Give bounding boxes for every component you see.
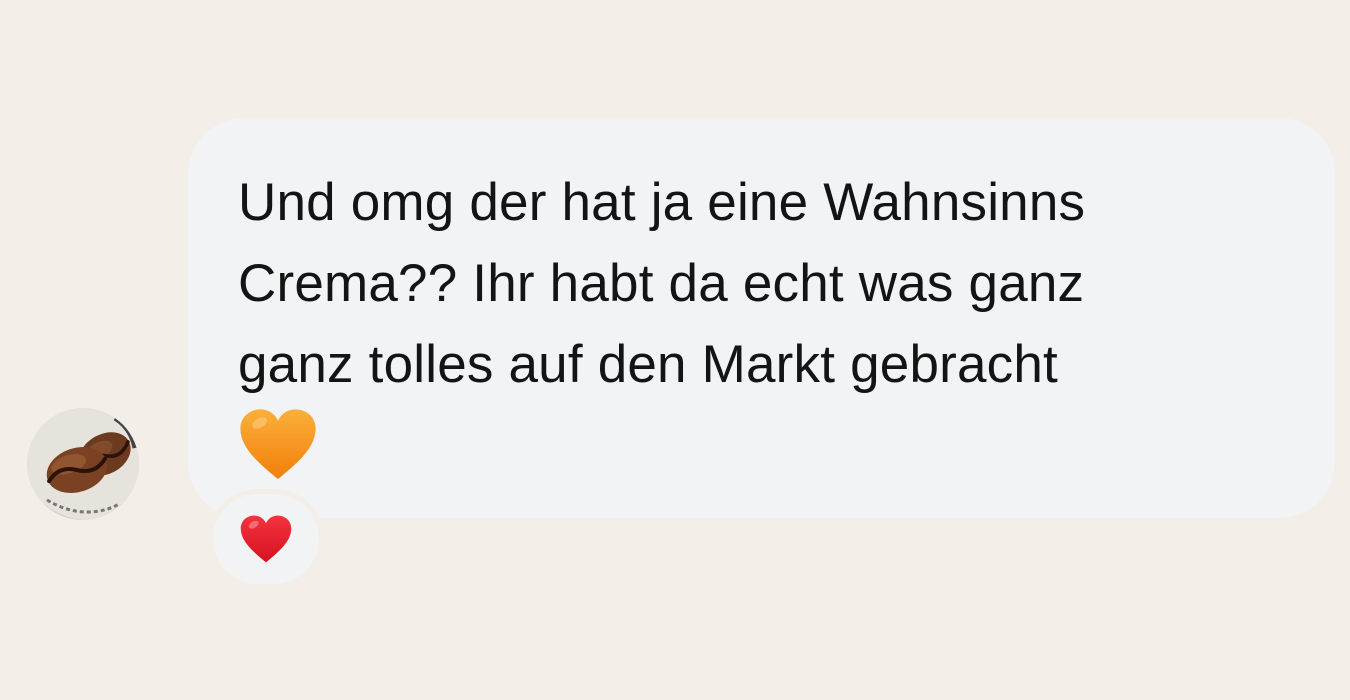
coffee-beans-avatar-icon [27,408,139,520]
orange-heart-emoji [238,407,1295,488]
message-text: Und omg der hat ja eine Wahnsinns Crema?… [238,173,1086,394]
red-heart-emoji [240,515,292,562]
reaction-badge[interactable] [208,489,324,589]
sender-avatar[interactable] [27,408,139,520]
message-bubble[interactable]: Und omg der hat ja eine Wahnsinns Crema?… [188,118,1335,518]
